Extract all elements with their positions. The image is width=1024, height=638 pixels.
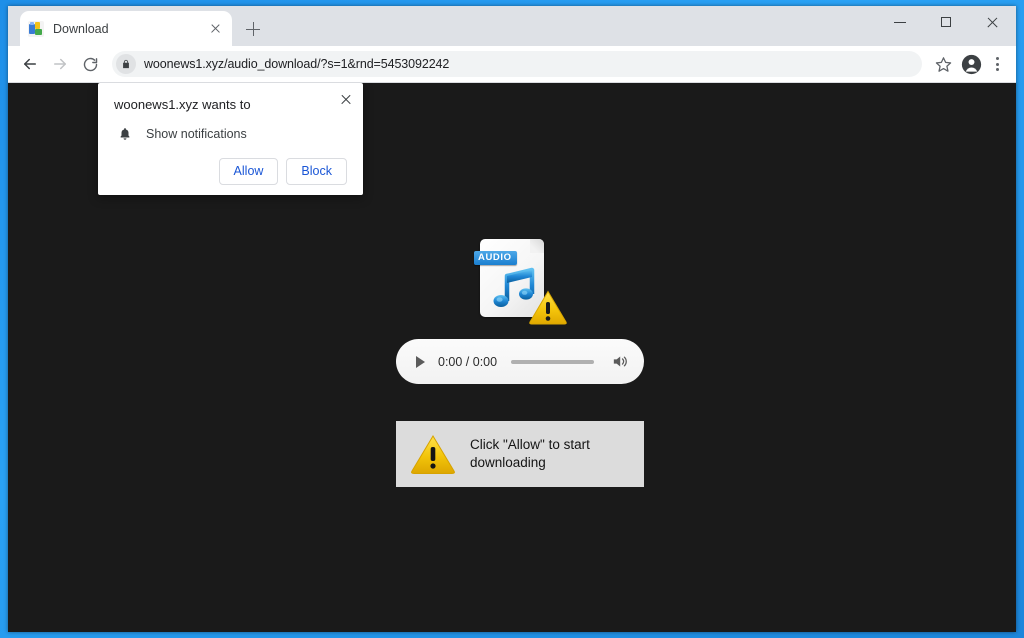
minimize-button[interactable]: [878, 6, 924, 38]
permission-request-row: Show notifications: [114, 126, 347, 142]
maximize-button[interactable]: [924, 6, 970, 38]
browser-window: Download: [8, 6, 1016, 632]
url-text: woonews1.xyz/audio_download/?s=1&rnd=545…: [144, 57, 449, 71]
volume-button[interactable]: [608, 351, 630, 373]
account-avatar-icon: [961, 54, 982, 75]
reload-icon: [82, 56, 99, 73]
page-viewport: AUDIO: [8, 83, 1016, 632]
audio-file-icon: AUDIO: [474, 239, 568, 325]
tab-close-icon[interactable]: [207, 20, 224, 37]
back-arrow-icon: [21, 55, 39, 73]
close-window-button[interactable]: [970, 6, 1016, 38]
tab-title: Download: [53, 22, 203, 36]
new-tab-button[interactable]: [240, 16, 266, 42]
block-button[interactable]: Block: [286, 158, 347, 185]
forward-button[interactable]: [46, 50, 74, 78]
site-security-chip[interactable]: [116, 54, 136, 74]
back-button[interactable]: [16, 50, 44, 78]
warning-triangle-icon: [528, 289, 568, 325]
volume-icon: [611, 353, 628, 370]
audio-player[interactable]: 0:00 / 0:00: [396, 339, 644, 384]
play-icon: [416, 356, 425, 368]
lock-icon: [121, 58, 131, 70]
browser-menu-button[interactable]: [986, 51, 1008, 77]
download-notice-banner: Click "Allow" to start downloading: [396, 421, 644, 487]
audio-time-display: 0:00 / 0:00: [438, 355, 497, 369]
permission-actions: Allow Block: [114, 158, 347, 185]
allow-button[interactable]: Allow: [219, 158, 279, 185]
warning-triangle-icon: [410, 433, 456, 475]
desktop-background: Download: [0, 0, 1024, 638]
tab-favicon-icon: [28, 21, 44, 37]
address-bar[interactable]: woonews1.xyz/audio_download/?s=1&rnd=545…: [112, 51, 922, 77]
reload-button[interactable]: [76, 50, 104, 78]
close-icon[interactable]: [337, 90, 355, 108]
browser-tab[interactable]: Download: [20, 11, 232, 46]
window-controls: [878, 6, 1016, 46]
profile-button[interactable]: [958, 51, 984, 77]
audio-type-label: AUDIO: [474, 251, 517, 265]
browser-toolbar: woonews1.xyz/audio_download/?s=1&rnd=545…: [8, 46, 1016, 83]
audio-progress-slider[interactable]: [511, 360, 594, 364]
play-button[interactable]: [410, 352, 430, 372]
forward-arrow-icon: [51, 55, 69, 73]
bell-icon: [114, 126, 136, 142]
star-icon: [935, 56, 952, 73]
tab-strip: Download: [8, 6, 1016, 46]
permission-dialog-title: woonews1.xyz wants to: [114, 97, 347, 112]
permission-request-label: Show notifications: [146, 127, 247, 141]
bookmark-button[interactable]: [930, 51, 956, 77]
notice-text: Click "Allow" to start downloading: [470, 436, 630, 472]
notification-permission-dialog: woonews1.xyz wants to Show notifications…: [98, 83, 363, 195]
